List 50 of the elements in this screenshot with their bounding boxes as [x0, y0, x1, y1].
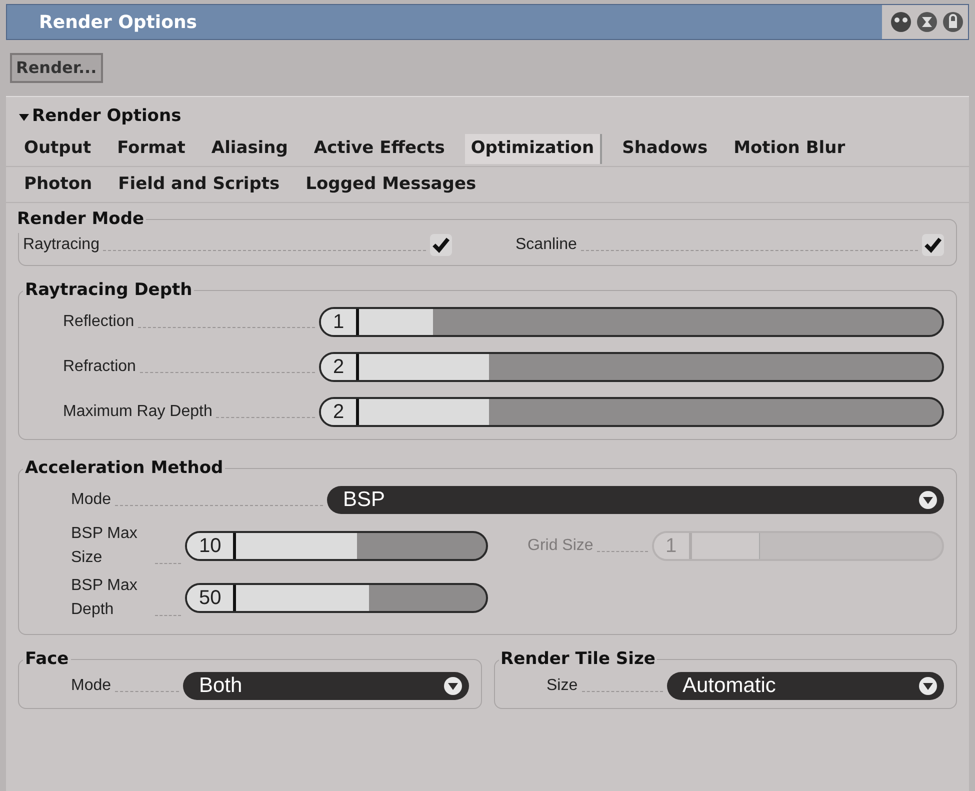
tab[interactable]: Format — [111, 134, 192, 164]
slider[interactable]: 2 — [319, 397, 944, 427]
render-button[interactable]: Render... — [10, 53, 103, 83]
section-title: Render Options — [32, 105, 182, 128]
collapse-triangle-icon[interactable] — [18, 111, 30, 123]
dropdown[interactable]: Both — [183, 672, 468, 700]
slider-label: Maximum Ray Depth — [63, 402, 212, 422]
slider-label: BSP Max Depth — [71, 576, 138, 620]
tab[interactable]: Active Effects — [308, 134, 451, 164]
tab[interactable]: Optimization — [464, 134, 602, 164]
slider-label: Reflection — [63, 312, 134, 332]
size-label: Size — [546, 676, 578, 696]
slider-value: 10 — [187, 532, 236, 558]
mode-label: Mode — [71, 676, 112, 696]
tab[interactable]: Shadows — [616, 134, 714, 164]
checkmark-icon — [432, 236, 450, 252]
checkbox-label: Raytracing — [23, 234, 100, 254]
mode-label: Mode — [71, 490, 112, 510]
slider-label: Grid Size — [528, 536, 594, 556]
checkbox-label: Scanline — [516, 234, 577, 254]
tab[interactable]: Field and Scripts — [112, 170, 286, 200]
tab[interactable]: Photon — [18, 170, 98, 200]
group-title: Raytracing Depth — [24, 278, 194, 302]
group-title: Render Mode — [16, 208, 146, 231]
tab[interactable]: Logged Messages — [300, 170, 482, 200]
window-title: Render Options — [38, 10, 197, 34]
face-icon[interactable] — [890, 11, 912, 33]
checkbox[interactable] — [430, 234, 452, 256]
slider[interactable]: 50 — [185, 582, 488, 612]
dropdown[interactable]: BSP — [327, 486, 944, 514]
slider-value: 2 — [321, 399, 360, 425]
slider-label: BSP Max Size — [71, 524, 138, 568]
slider-value: 1 — [654, 532, 692, 558]
checkbox[interactable] — [922, 234, 944, 256]
tab[interactable]: Motion Blur — [728, 134, 852, 164]
slider[interactable]: 2 — [319, 352, 944, 382]
dropdown[interactable]: Automatic — [666, 672, 944, 700]
group-title: Face — [24, 648, 70, 670]
group-title: Acceleration Method — [24, 457, 224, 480]
slider-value: 1 — [321, 309, 360, 335]
tab[interactable]: Output — [18, 134, 98, 164]
slider-label: Refraction — [63, 357, 136, 377]
slider[interactable]: 10 — [185, 530, 488, 560]
slider[interactable]: 1 — [319, 307, 944, 337]
tab[interactable]: Aliasing — [205, 134, 294, 164]
slider-value: 2 — [321, 354, 360, 380]
checkmark-icon — [924, 236, 942, 252]
lock-icon[interactable] — [942, 11, 964, 33]
group-title: Render Tile Size — [500, 648, 656, 670]
slider-value: 50 — [187, 584, 236, 610]
